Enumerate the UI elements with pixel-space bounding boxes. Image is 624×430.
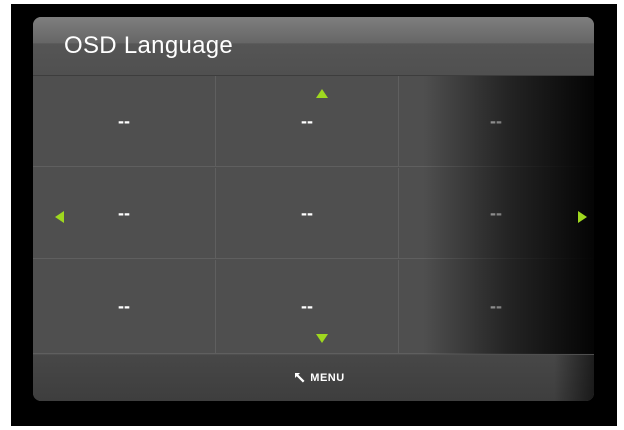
arrow-up-icon[interactable] bbox=[316, 89, 328, 98]
menu-button[interactable]: MENU bbox=[294, 372, 344, 384]
language-option[interactable]: -- bbox=[216, 76, 399, 167]
language-option-label: -- bbox=[301, 110, 313, 131]
arrow-down-icon[interactable] bbox=[316, 334, 328, 343]
language-option-label: -- bbox=[301, 202, 313, 223]
language-option[interactable]: -- bbox=[399, 168, 594, 259]
language-option[interactable]: -- bbox=[399, 76, 594, 167]
osd-header: OSD Language bbox=[33, 17, 594, 76]
language-option[interactable]: -- bbox=[399, 260, 594, 354]
language-option[interactable]: -- bbox=[33, 260, 216, 354]
osd-panel: OSD Language -- -- -- -- -- -- -- -- -- … bbox=[33, 17, 594, 401]
footer-shading bbox=[554, 355, 594, 401]
return-arrow-icon bbox=[295, 373, 305, 383]
language-option[interactable]: -- bbox=[216, 168, 399, 259]
language-option-label: -- bbox=[118, 296, 130, 316]
arrow-right-icon[interactable] bbox=[578, 211, 587, 223]
language-option-label: -- bbox=[490, 296, 502, 316]
page-title: OSD Language bbox=[64, 32, 234, 59]
language-option-label: -- bbox=[490, 202, 502, 223]
arrow-left-icon[interactable] bbox=[55, 211, 64, 223]
language-option-label: -- bbox=[490, 110, 502, 131]
language-option-label: -- bbox=[118, 202, 130, 223]
language-option[interactable]: -- bbox=[216, 260, 399, 354]
language-grid: -- -- -- -- -- -- -- -- -- bbox=[33, 76, 594, 354]
osd-footer: MENU bbox=[33, 355, 594, 401]
language-option[interactable]: -- bbox=[33, 76, 216, 167]
language-option-label: -- bbox=[301, 296, 313, 316]
menu-label: MENU bbox=[310, 372, 345, 384]
language-option-label: -- bbox=[118, 110, 130, 131]
monitor-bezel: OSD Language -- -- -- -- -- -- -- -- -- … bbox=[11, 4, 617, 426]
